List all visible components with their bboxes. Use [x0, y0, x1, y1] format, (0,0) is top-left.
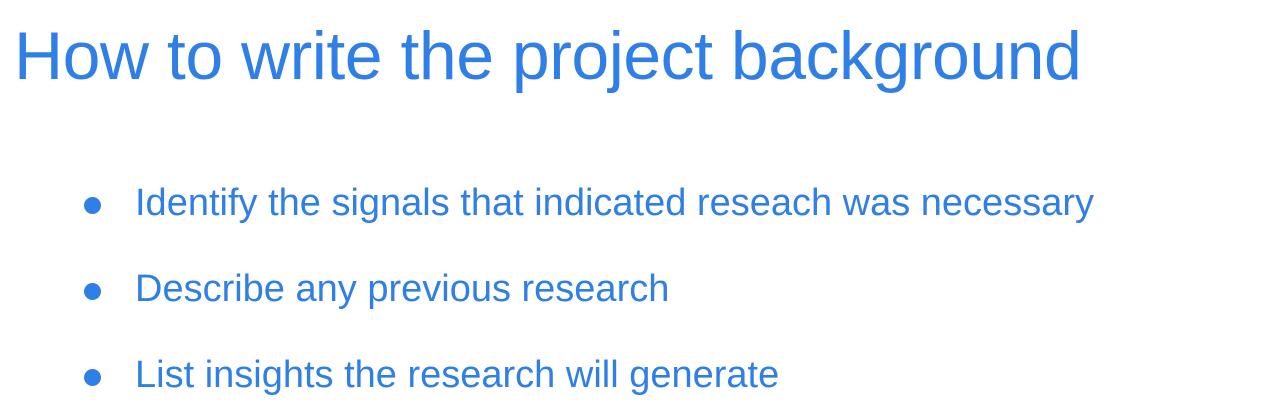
slide-title: How to write the project background	[14, 18, 1082, 94]
bullet-list: Identify the signals that indicated rese…	[84, 160, 1094, 418]
bullet-dot-icon	[84, 368, 101, 386]
bullet-text: Describe any previous research	[135, 268, 670, 310]
bullet-item-signals: Identify the signals that indicated rese…	[84, 160, 1094, 246]
bullet-item-insights: List insights the research will generate	[84, 332, 1094, 418]
slide: How to write the project background Iden…	[0, 0, 1280, 416]
bullet-text: Identify the signals that indicated rese…	[135, 182, 1094, 224]
bullet-dot-icon	[84, 196, 101, 214]
bullet-dot-icon	[84, 282, 101, 300]
bullet-item-previous-research: Describe any previous research	[84, 246, 1094, 332]
bullet-text: List insights the research will generate	[135, 354, 780, 396]
